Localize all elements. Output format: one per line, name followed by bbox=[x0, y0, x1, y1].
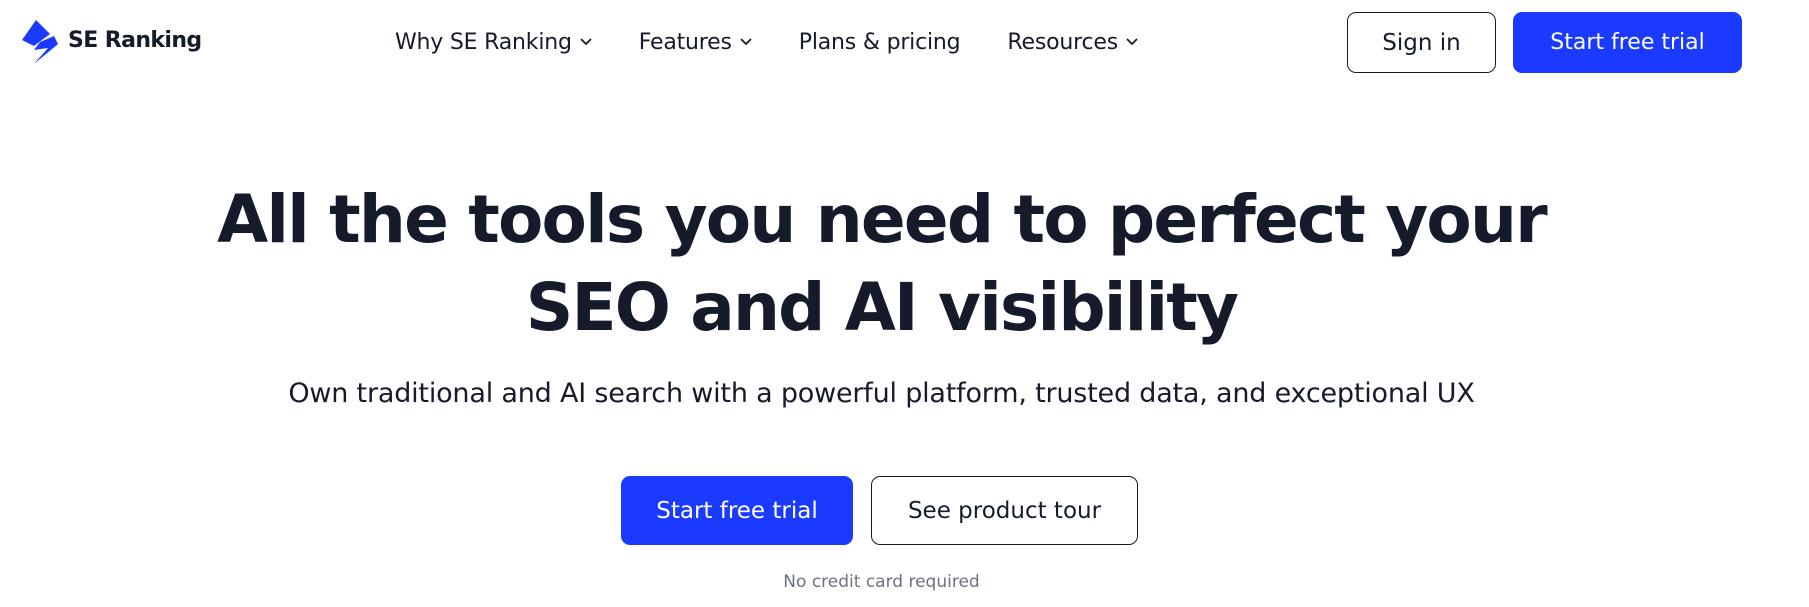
hero-title-line-1: All the tools you need to perfect your bbox=[217, 181, 1548, 258]
nav-item-label: Plans & pricing bbox=[798, 29, 961, 55]
site-header: SE Ranking Why SE Ranking Features Plans… bbox=[0, 0, 1809, 84]
sign-in-button[interactable]: Sign in bbox=[1347, 12, 1496, 73]
main-nav: Why SE Ranking Features Plans & pricing … bbox=[395, 24, 1138, 60]
nav-item-plans-pricing[interactable]: Plans & pricing bbox=[799, 30, 961, 55]
no-credit-card-note: No credit card required bbox=[783, 572, 980, 592]
hero-title: All the tools you need to perfect your S… bbox=[0, 176, 1763, 352]
nav-item-label: Resources bbox=[1007, 29, 1118, 55]
hero-start-trial-button[interactable]: Start free trial bbox=[621, 476, 853, 545]
nav-item-label: Features bbox=[638, 29, 732, 55]
product-tour-button[interactable]: See product tour bbox=[871, 476, 1138, 545]
brand-name: SE Ranking bbox=[68, 27, 202, 53]
chevron-down-icon bbox=[740, 38, 752, 45]
nav-item-why-se-ranking[interactable]: Why SE Ranking bbox=[395, 30, 592, 55]
nav-item-features[interactable]: Features bbox=[639, 30, 752, 55]
chevron-down-icon bbox=[1126, 38, 1138, 45]
hero-title-line-2: SEO and AI visibility bbox=[525, 269, 1239, 346]
lightning-bolt-icon bbox=[22, 20, 58, 64]
brand-logo[interactable]: SE Ranking bbox=[20, 20, 202, 64]
header-start-trial-button[interactable]: Start free trial bbox=[1513, 12, 1742, 73]
chevron-down-icon bbox=[580, 38, 592, 45]
nav-item-resources[interactable]: Resources bbox=[1007, 30, 1138, 55]
nav-item-label: Why SE Ranking bbox=[395, 29, 572, 55]
hero-subtitle: Own traditional and AI search with a pow… bbox=[288, 378, 1475, 409]
